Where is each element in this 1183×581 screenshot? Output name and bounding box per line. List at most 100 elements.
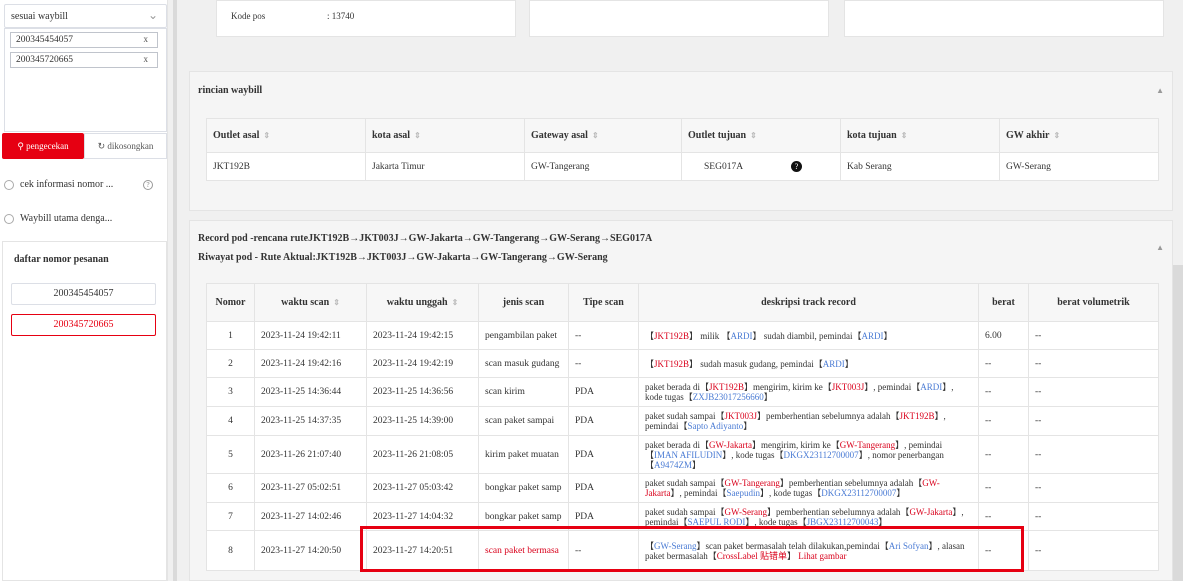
waybill-tag: 200345454057 x [10, 32, 158, 48]
search-icon: ⚲ [17, 141, 24, 151]
help-icon[interactable]: ? [143, 180, 153, 190]
cell: PDA [568, 435, 639, 474]
cell: GW-Tangerang [524, 152, 682, 181]
col-header[interactable]: Outlet asal ⇕ [206, 118, 366, 153]
cell: bongkar paket samp [478, 473, 569, 503]
radio-main-waybill-label: Waybill utama denga... [20, 213, 113, 224]
waybill-detail-section: rincian waybill ▲ Outlet asal ⇕ kota asal… [189, 71, 1173, 211]
cell: -- [1028, 435, 1159, 474]
check-button[interactable]: ⚲ pengecekan [2, 133, 84, 159]
cell: JKT192B [206, 152, 366, 181]
cell: PDA [568, 473, 639, 503]
cell: -- [1028, 502, 1159, 531]
app-root: sesuai waybill ⌄ 200345454057 x 20034572… [0, 0, 1183, 581]
cell: 2023-11-27 05:02:51 [254, 473, 367, 503]
info-card [529, 0, 829, 37]
cell: scan kirim [478, 377, 569, 407]
col-header: Nomor [206, 283, 255, 322]
cell: 6.00 [978, 321, 1029, 350]
cell: Jakarta Timur [365, 152, 525, 181]
cell: 4 [206, 406, 255, 436]
cell: 5 [206, 435, 255, 474]
cell: 2023-11-25 14:37:35 [254, 406, 367, 436]
cell: 2023-11-25 14:39:00 [366, 406, 479, 436]
check-button-label: pengecekan [26, 141, 69, 151]
radio-check-info[interactable]: cek informasi nomor ... [4, 179, 113, 190]
cell: 2 [206, 349, 255, 378]
cell: -- [978, 377, 1029, 407]
radio-icon [4, 213, 14, 224]
order-item-selected[interactable]: 200345720665 [11, 314, 156, 336]
panel-splitter[interactable] [173, 0, 177, 581]
waybill-detail-table: Outlet asal ⇕ kota asal ⇕ Gateway asal ⇕ Ou… [206, 118, 1159, 181]
cell: 2023-11-24 19:42:19 [366, 349, 479, 378]
receiver-info-card: Kode pos : 13740 [216, 0, 516, 37]
col-header[interactable]: Gateway asal ⇕ [524, 118, 682, 153]
cell: 3 [206, 377, 255, 407]
table-row: 5 2023-11-26 21:07:40 2023-11-26 21:08:0… [206, 435, 1159, 474]
planned-route: Record pod -rencana ruteJKT192B→JKT003J→… [198, 233, 653, 244]
cell: PDA [568, 406, 639, 436]
collapse-icon[interactable]: ▲ [1156, 86, 1164, 95]
description-cell: 【JKT192B】 milik 【ARDI】 sudah diambil, pe… [638, 321, 979, 350]
waybill-input-area[interactable]: 200345454057 x 200345720665 x [4, 28, 167, 132]
cell: -- [978, 349, 1029, 378]
cell: -- [1028, 406, 1159, 436]
track-record-table: Nomor waktu scan ⇕ waktu unggah ⇕ jenis sc… [206, 283, 1159, 571]
section-title: rincian waybill [198, 85, 263, 96]
description-cell: 【GW-Serang】scan paket bermasalah telah d… [638, 530, 979, 571]
sidebar: sesuai waybill ⌄ 200345454057 x 20034572… [0, 0, 168, 581]
table-header-row: Outlet asal ⇕ kota asal ⇕ Gateway asal ⇕ Ou… [206, 118, 1159, 153]
col-header[interactable]: kota asal ⇕ [365, 118, 525, 153]
order-item[interactable]: 200345454057 [11, 283, 156, 305]
info-card [844, 0, 1164, 37]
cell: -- [978, 502, 1029, 531]
close-icon[interactable]: x [144, 54, 149, 64]
cell: 2023-11-24 19:42:16 [254, 349, 367, 378]
sort-icon: ⇕ [591, 131, 599, 140]
description-cell: 【JKT192B】 sudah masuk gudang, pemindai【A… [638, 349, 979, 378]
scrollbar[interactable] [1173, 265, 1183, 581]
radio-main-waybill[interactable]: Waybill utama denga... [4, 213, 112, 224]
cell: 2023-11-24 19:42:11 [254, 321, 367, 350]
col-header[interactable]: kota tujuan ⇕ [840, 118, 1000, 153]
cell: 2023-11-25 14:36:56 [366, 377, 479, 407]
table-row: 3 2023-11-25 14:36:44 2023-11-25 14:36:5… [206, 377, 1159, 407]
cell: Kab Serang [840, 152, 1000, 181]
record-pod-section: Record pod -rencana ruteJKT192B→JKT003J→… [189, 220, 1173, 581]
radio-check-info-label: cek informasi nomor ... [20, 179, 114, 190]
cell: -- [1028, 321, 1159, 350]
col-header[interactable]: waktu unggah ⇕ [366, 283, 479, 322]
description-cell: paket berada di【JKT192B】mengirim, kirim … [638, 377, 979, 407]
close-icon[interactable]: x [144, 34, 149, 44]
collapse-icon[interactable]: ▲ [1156, 243, 1164, 252]
col-header[interactable]: Outlet tujuan ⇕ [681, 118, 841, 153]
col-header: jenis scan [478, 283, 569, 322]
table-row: 7 2023-11-27 14:02:46 2023-11-27 14:04:3… [206, 502, 1159, 531]
col-header: berat volumetrik [1028, 283, 1159, 322]
col-header[interactable]: waktu scan ⇕ [254, 283, 367, 322]
waybill-tag-label: 200345720665 [16, 55, 73, 65]
cell: 7 [206, 502, 255, 531]
help-icon[interactable]: ? [791, 161, 803, 172]
cell: 2023-11-26 21:07:40 [254, 435, 367, 474]
order-list-title: daftar nomor pesanan [14, 254, 109, 265]
clear-button[interactable]: ↻ dikosongkan [84, 133, 167, 159]
col-header[interactable]: GW akhir ⇕ [999, 118, 1159, 153]
cell: GW-Serang [999, 152, 1159, 181]
waybill-tag: 200345720665 x [10, 52, 158, 68]
table-row: 6 2023-11-27 05:02:51 2023-11-27 05:03:4… [206, 473, 1159, 503]
sort-icon: ⇕ [900, 131, 908, 140]
cell: -- [568, 349, 639, 378]
cell: 2023-11-27 14:20:51 [366, 530, 479, 571]
refresh-icon: ↻ [97, 141, 106, 151]
search-type-select[interactable]: sesuai waybill ⌄ [4, 4, 167, 28]
cell: scan paket bermasa [478, 530, 569, 571]
actual-route: Riwayat pod - Rute Aktual:JKT192B→JKT003… [198, 252, 608, 263]
table-row-highlighted: 8 2023-11-27 14:20:50 2023-11-27 14:20:5… [206, 530, 1159, 571]
sort-icon: ⇕ [750, 131, 757, 140]
cell: scan paket sampai [478, 406, 569, 436]
description-cell: paket berada di【GW-Jakarta】mengirim, kir… [638, 435, 979, 474]
main-content: Kode pos : 13740 rincian waybill ▲ Outle… [189, 0, 1173, 581]
view-image-link[interactable]: Lihat gambar [798, 551, 846, 561]
